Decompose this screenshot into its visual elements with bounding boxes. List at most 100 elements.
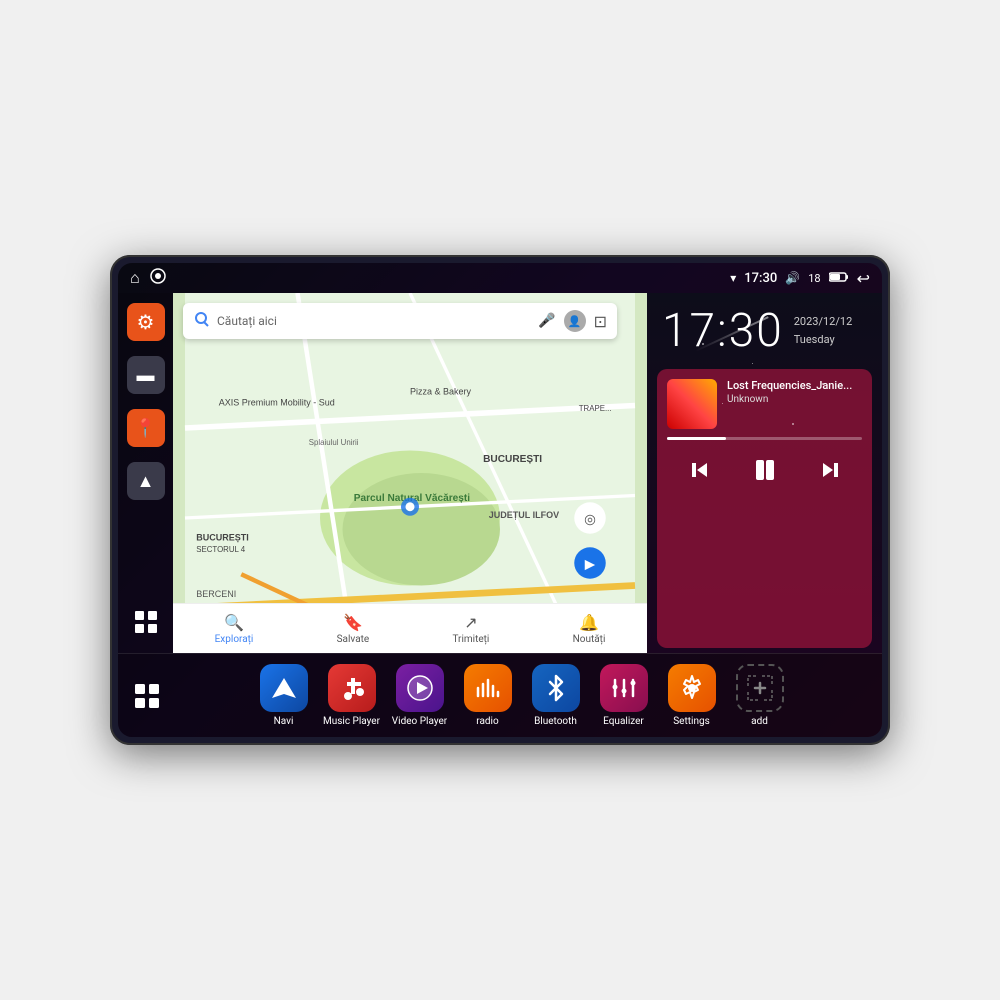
pause-button[interactable] xyxy=(745,450,785,490)
clock-day: Tuesday xyxy=(794,331,853,349)
radio-app-label: radio xyxy=(476,716,498,727)
launcher-icon xyxy=(135,611,157,637)
clock-time: 17:30 xyxy=(662,308,784,354)
app-item-video-player[interactable]: Video Player xyxy=(390,664,450,727)
maps-status-icon[interactable] xyxy=(150,268,166,288)
map-share-tab[interactable]: ↗ Trimiteți xyxy=(452,613,489,645)
svg-text:SECTORUL 4: SECTORUL 4 xyxy=(196,545,246,554)
sidebar-launcher[interactable] xyxy=(127,605,165,643)
google-maps-logo-icon xyxy=(193,311,209,331)
share-icon: ↗ xyxy=(464,613,477,632)
map-area[interactable]: AXIS Premium Mobility - Sud Pizza & Bake… xyxy=(173,293,647,653)
volume-icon: 🔊 xyxy=(785,271,800,285)
settings-icon: ⚙ xyxy=(137,310,155,334)
clock-date: 2023/12/12 Tuesday xyxy=(794,308,853,348)
svg-text:◎: ◎ xyxy=(584,512,596,527)
map-svg: AXIS Premium Mobility - Sud Pizza & Bake… xyxy=(173,293,647,653)
apps-launcher-button[interactable] xyxy=(128,677,166,715)
album-art-image xyxy=(667,379,717,429)
add-app-label: add xyxy=(751,716,768,727)
add-app-icon xyxy=(736,664,784,712)
svg-text:JUDEȚUL ILFOV: JUDEȚUL ILFOV xyxy=(489,510,559,520)
clock-date-value: 2023/12/12 xyxy=(794,313,853,331)
map-search-bar[interactable]: Căutați aici 🎤 👤 ⊡ xyxy=(183,303,617,339)
wifi-icon: ▾ xyxy=(730,271,736,285)
bluetooth-app-label: Bluetooth xyxy=(534,716,577,727)
map-explore-tab[interactable]: 🔍 Explorați xyxy=(215,613,254,645)
map-news-tab[interactable]: 🔔 Noutăți xyxy=(573,613,606,645)
music-info: Lost Frequencies_Janie... Unknown xyxy=(667,379,862,429)
app-item-settings[interactable]: Settings xyxy=(662,664,722,727)
app-item-equalizer[interactable]: Equalizer xyxy=(594,664,654,727)
saved-icon: 🔖 xyxy=(343,613,363,632)
app-item-bluetooth[interactable]: Bluetooth xyxy=(526,664,586,727)
svg-text:Pizza & Bakery: Pizza & Bakery xyxy=(410,386,472,396)
map-saved-tab[interactable]: 🔖 Salvate xyxy=(337,613,370,645)
sidebar-item-navi[interactable]: ▲ xyxy=(127,462,165,500)
sidebar-item-files[interactable]: ▬ xyxy=(127,356,165,394)
music-progress-fill xyxy=(667,437,726,440)
files-icon: ▬ xyxy=(137,365,155,386)
mic-icon[interactable]: 🎤 xyxy=(538,313,555,329)
status-bar: ⌂ ▾ 17:30 🔊 18 xyxy=(118,263,882,293)
profile-icon[interactable]: 👤 xyxy=(564,310,586,332)
map-search-text: Căutați aici xyxy=(217,314,530,328)
bluetooth-app-icon xyxy=(532,664,580,712)
next-button[interactable] xyxy=(810,450,850,490)
home-icon[interactable]: ⌂ xyxy=(130,268,140,288)
video-player-app-icon xyxy=(396,664,444,712)
music-controls xyxy=(667,450,862,490)
news-icon: 🔔 xyxy=(579,613,599,632)
music-text: Lost Frequencies_Janie... Unknown xyxy=(727,379,862,405)
svg-text:▶: ▶ xyxy=(585,557,596,572)
settings-app-label: Settings xyxy=(673,716,710,727)
battery-icon xyxy=(829,271,849,286)
app-item-music-player[interactable]: Music Player xyxy=(322,664,382,727)
music-widget[interactable]: Lost Frequencies_Janie... Unknown xyxy=(657,369,872,648)
explore-icon: 🔍 xyxy=(224,613,244,632)
device-frame: ⌂ ▾ 17:30 🔊 18 xyxy=(110,255,890,745)
clock-section: 17:30 2023/12/12 Tuesday xyxy=(647,293,882,364)
svg-text:BERCENI: BERCENI xyxy=(196,589,236,599)
back-icon[interactable]: ↩ xyxy=(857,269,870,288)
music-progress-bar[interactable] xyxy=(667,437,862,440)
navi-app-label: Navi xyxy=(274,716,294,727)
navi-app-icon xyxy=(260,664,308,712)
app-item-add[interactable]: add xyxy=(730,664,790,727)
battery-level: 18 xyxy=(808,272,820,285)
main-content: ⚙ ▬ 📍 ▲ xyxy=(118,293,882,653)
music-artist: Unknown xyxy=(727,394,862,405)
music-player-app-label: Music Player xyxy=(323,716,380,727)
radio-app-icon xyxy=(464,664,512,712)
svg-text:Splaiulul Unirii: Splaiulul Unirii xyxy=(309,438,359,447)
album-art xyxy=(667,379,717,429)
music-title: Lost Frequencies_Janie... xyxy=(727,379,862,392)
status-right: ▾ 17:30 🔊 18 ↩ xyxy=(730,269,870,288)
svg-text:BUCUREȘTI: BUCUREȘTI xyxy=(196,533,249,543)
video-player-app-label: Video Player xyxy=(392,716,447,727)
prev-button[interactable] xyxy=(680,450,720,490)
svg-text:TRAPE...: TRAPE... xyxy=(579,404,612,413)
layers-icon[interactable]: ⊡ xyxy=(594,312,607,331)
app-item-navi[interactable]: Navi xyxy=(254,664,314,727)
equalizer-app-icon xyxy=(600,664,648,712)
explore-label: Explorați xyxy=(215,634,254,645)
sidebar-item-settings[interactable]: ⚙ xyxy=(127,303,165,341)
right-panel: 17:30 2023/12/12 Tuesday Lost Frequencie… xyxy=(647,293,882,653)
map-background: AXIS Premium Mobility - Sud Pizza & Bake… xyxy=(173,293,647,653)
settings-app-icon xyxy=(668,664,716,712)
app-grid-section: Navi Music Player xyxy=(118,653,882,737)
app-item-radio[interactable]: radio xyxy=(458,664,518,727)
music-player-app-icon xyxy=(328,664,376,712)
status-left: ⌂ xyxy=(130,268,166,288)
navi-icon: ▲ xyxy=(137,471,155,492)
sidebar-item-maps[interactable]: 📍 xyxy=(127,409,165,447)
equalizer-app-label: Equalizer xyxy=(603,716,644,727)
sidebar: ⚙ ▬ 📍 ▲ xyxy=(118,293,173,653)
map-bottom-bar: 🔍 Explorați 🔖 Salvate ↗ Trimiteți 🔔 xyxy=(173,603,647,653)
device-screen: ⌂ ▾ 17:30 🔊 18 xyxy=(118,263,882,737)
share-label: Trimiteți xyxy=(452,634,489,645)
status-time: 17:30 xyxy=(744,271,777,286)
news-label: Noutăți xyxy=(573,634,606,645)
saved-label: Salvate xyxy=(337,634,370,645)
